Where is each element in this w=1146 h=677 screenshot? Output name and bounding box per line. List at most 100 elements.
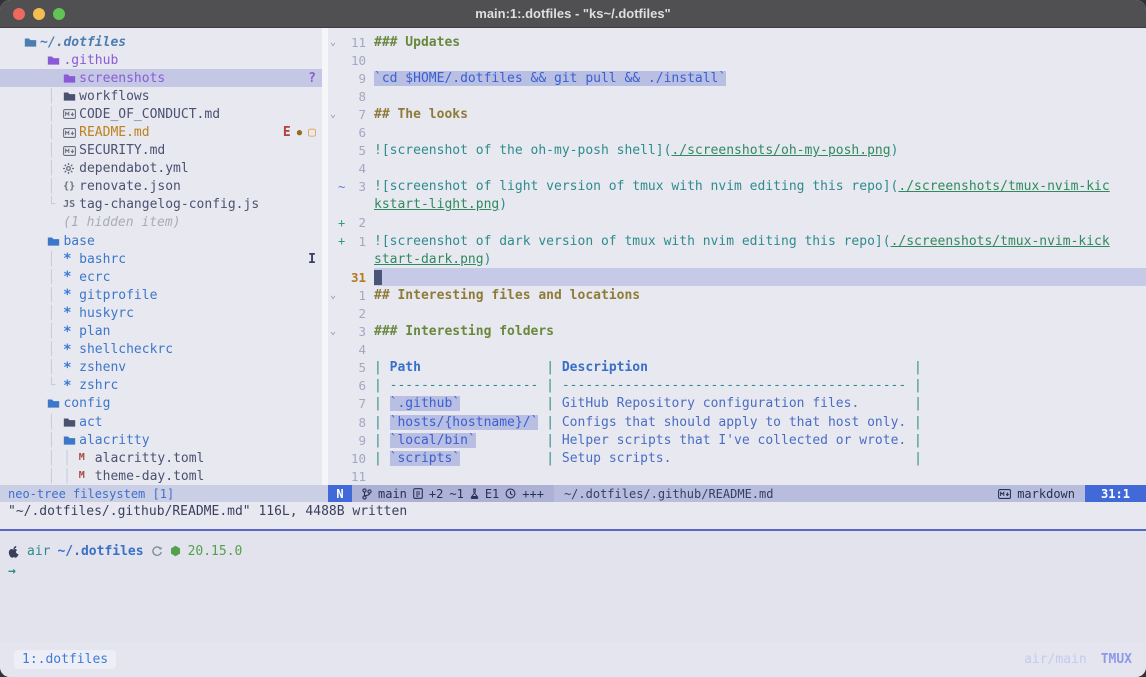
tmux-status-bar: 1:.dotfiles air/main TMUX: [0, 642, 1146, 677]
editor-line[interactable]: ⌄3### Interesting folders: [328, 323, 1146, 341]
editor-line[interactable]: 4: [328, 341, 1146, 359]
tree-item-readme-md[interactable]: │ README.mdE●▢: [0, 123, 322, 141]
star-icon: *: [63, 252, 79, 266]
tree-guide: │: [24, 143, 63, 158]
editor-line[interactable]: 9| `local/bin` | Helper scripts that I'v…: [328, 431, 1146, 449]
editor-line[interactable]: 6: [328, 123, 1146, 141]
editor-line[interactable]: 9`cd $HOME/.dotfiles && git pull && ./in…: [328, 69, 1146, 87]
folder-icon: [63, 73, 79, 84]
editor-line[interactable]: 8: [328, 87, 1146, 105]
tree-item-renovate-json[interactable]: │ {}renovate.json: [0, 178, 322, 196]
editor-line[interactable]: 5![screenshot of the oh-my-posh shell](.…: [328, 142, 1146, 160]
tree-item-dependabot-yml[interactable]: │ dependabot.yml: [0, 160, 322, 178]
diagnostic-error-count: E1: [485, 487, 499, 501]
tree-guide: │: [24, 125, 63, 140]
tree-item-zshrc[interactable]: └ *zshrc: [0, 377, 322, 395]
tmux-status-right: air/main TMUX: [1024, 652, 1132, 667]
editor-line[interactable]: kstart-light.png): [328, 196, 1146, 214]
editor-line[interactable]: ⌄11### Updates: [328, 33, 1146, 51]
window-title: main:1:.dotfiles - "ks~/.dotfiles": [0, 6, 1146, 21]
tree-item-alacritty-toml[interactable]: │ │ Malacritty.toml: [0, 449, 322, 467]
editor-line[interactable]: ⌄7## The looks: [328, 105, 1146, 123]
fold-chevron-icon[interactable]: ⌄: [328, 37, 338, 48]
editor-line[interactable]: 2: [328, 304, 1146, 322]
md-file-icon: [63, 146, 79, 156]
line-content: ![screenshot of light version of tmux wi…: [374, 178, 1146, 196]
tree-item-label: tag-changelog-config.js: [79, 197, 259, 212]
prompt-arrow[interactable]: →: [8, 561, 1146, 581]
folder-icon: [63, 91, 79, 102]
editor-line[interactable]: 31: [328, 268, 1146, 286]
tree-item-security-md[interactable]: │ SECURITY.md: [0, 142, 322, 160]
fold-chevron-icon[interactable]: ⌄: [328, 109, 338, 120]
tree-item--github[interactable]: .github: [0, 51, 322, 69]
tree-item-code-of-conduct-md[interactable]: │ CODE_OF_CONDUCT.md: [0, 105, 322, 123]
tree-item-workflows[interactable]: │ workflows: [0, 87, 322, 105]
status-row: neo-tree filesystem [1] N main +2 ~1 E1 …: [0, 485, 1146, 502]
shell-pane[interactable]: air ~/.dotfiles 20.15.0 →: [0, 531, 1146, 642]
tree-item-act[interactable]: │ act: [0, 413, 322, 431]
editor-line[interactable]: +1![screenshot of dark version of tmux w…: [328, 232, 1146, 250]
line-content: [374, 467, 1146, 485]
tree-item--dotfiles[interactable]: ~/.dotfiles: [0, 33, 322, 51]
folder-open-icon: [47, 55, 63, 66]
buffer-icon: [413, 488, 423, 499]
tree-item-label: SECURITY.md: [79, 143, 165, 158]
tree-item-zshenv[interactable]: │ *zshenv: [0, 359, 322, 377]
tree-item-huskyrc[interactable]: │ *huskyrc: [0, 304, 322, 322]
tree-item--1-hidden-item-[interactable]: (1 hidden item): [0, 214, 322, 232]
git-sign-column: +: [338, 216, 347, 230]
line-number: 8: [347, 89, 366, 104]
line-content: | `hosts/{hostname}/` | Configs that sho…: [374, 413, 1146, 431]
tree-guide: [24, 53, 47, 68]
tree-item-tag-changelog-config-js[interactable]: └ JStag-changelog-config.js: [0, 196, 322, 214]
editor-line[interactable]: ⌄1## Interesting files and locations: [328, 286, 1146, 304]
line-number: 1: [347, 288, 366, 303]
statusline-left: main +2 ~1 E1 +++: [352, 485, 554, 502]
line-content: ![screenshot of the oh-my-posh shell](./…: [374, 142, 1146, 160]
tree-item-label: base: [63, 234, 94, 249]
folder-open-icon: [47, 398, 63, 409]
tree-item-screenshots[interactable]: │ screenshots?: [0, 69, 322, 87]
editor-line[interactable]: start-dark.png): [328, 250, 1146, 268]
editor-line[interactable]: 8| `hosts/{hostname}/` | Configs that sh…: [328, 413, 1146, 431]
fold-chevron-icon[interactable]: ⌄: [328, 290, 338, 301]
editor-line[interactable]: +2: [328, 214, 1146, 232]
editor-line[interactable]: 7| `.github` | GitHub Repository configu…: [328, 395, 1146, 413]
tree-item-ecrc[interactable]: │ *ecrc: [0, 268, 322, 286]
tree-item-label: ~/.dotfiles: [40, 35, 126, 50]
line-content: [374, 51, 1146, 69]
tree-item-base[interactable]: base: [0, 232, 322, 250]
line-content: ![screenshot of dark version of tmux wit…: [374, 232, 1146, 250]
line-content: `cd $HOME/.dotfiles && git pull && ./ins…: [374, 69, 1146, 87]
tree-item-alacritty[interactable]: │ alacritty: [0, 431, 322, 449]
tree-guide: │: [24, 306, 63, 321]
tree-item-shellcheckrc[interactable]: │ *shellcheckrc: [0, 341, 322, 359]
tree-guide: │: [24, 161, 63, 176]
editor-line[interactable]: 4: [328, 160, 1146, 178]
tree-item-badges: E●▢: [283, 123, 316, 141]
tmux-window-tab[interactable]: 1:.dotfiles: [14, 650, 116, 669]
tree-item-gitprofile[interactable]: │ *gitprofile: [0, 286, 322, 304]
editor-line[interactable]: 5| Path | Description |: [328, 359, 1146, 377]
editor-line[interactable]: ~3![screenshot of light version of tmux …: [328, 178, 1146, 196]
editor-line[interactable]: 10| `scripts` | Setup scripts. |: [328, 449, 1146, 467]
fold-chevron-icon[interactable]: ⌄: [328, 326, 338, 337]
md-file-icon: [63, 109, 79, 119]
status-badge: ?: [308, 71, 316, 86]
editor-line[interactable]: 10: [328, 51, 1146, 69]
line-content: [374, 123, 1146, 141]
editor-line[interactable]: 11: [328, 467, 1146, 485]
editor-line[interactable]: 6| ------------------- | ---------------…: [328, 377, 1146, 395]
command-line-message: "~/.dotfiles/.github/README.md" 116L, 44…: [0, 502, 1146, 529]
tree-item-plan[interactable]: │ *plan: [0, 323, 322, 341]
folder-open-icon: [63, 435, 79, 446]
line-content: ## The looks: [374, 105, 1146, 123]
folder-open-icon: [24, 37, 40, 48]
tree-item-bashrc[interactable]: │ *bashrcI: [0, 250, 322, 268]
tree-item-config[interactable]: config: [0, 395, 322, 413]
line-content: [374, 268, 1146, 286]
line-content: | `scripts` | Setup scripts. |: [374, 449, 1146, 467]
tree-item-theme-day-toml[interactable]: │ │ Mtheme-day.toml: [0, 467, 322, 485]
line-number: 11: [347, 35, 366, 50]
